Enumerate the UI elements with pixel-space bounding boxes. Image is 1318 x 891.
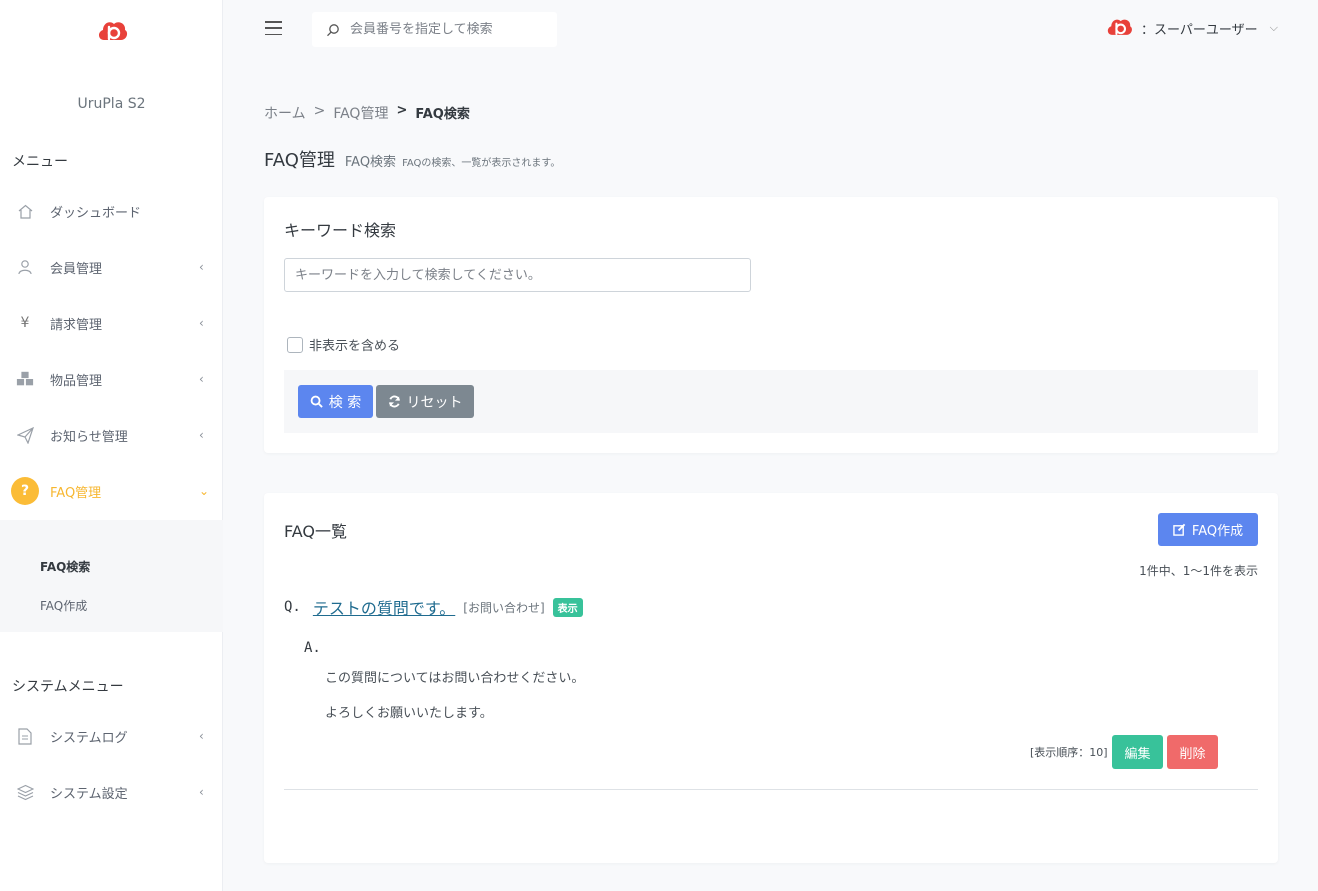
chevron-left-icon: ‹ [199, 428, 204, 442]
breadcrumb-current: FAQ検索 [415, 107, 470, 122]
display-order: [表示順序：10] [1030, 746, 1108, 759]
sidebar-item-label: 物品管理 [50, 373, 103, 389]
breadcrumb: ホーム > FAQ管理 > FAQ検索 [264, 103, 470, 123]
chevron-left-icon: ‹ [199, 785, 204, 799]
faq-answer-line: この質問についてはお問い合わせください。 [325, 671, 585, 686]
sidebar-item-faq[interactable]: ? FAQ管理 ⌄ [0, 473, 223, 509]
sidebar-item-label: 請求管理 [50, 317, 103, 333]
document-icon [16, 727, 34, 745]
sidebar-item-label: FAQ管理 [50, 485, 102, 501]
question-icon: ? [11, 477, 39, 505]
sidebar-item-system-settings[interactable]: システム設定 ‹ [0, 774, 223, 810]
user-name: ：スーパーユーザー [1141, 22, 1258, 38]
cubes-icon [16, 370, 34, 388]
reset-button-label: リセット [406, 394, 463, 411]
menu-heading: メニュー [12, 154, 68, 170]
sidebar-item-label: お知らせ管理 [50, 429, 128, 445]
question-mark: Q. [284, 599, 301, 615]
member-search [312, 12, 557, 47]
logo-icon[interactable] [96, 18, 128, 46]
chevron-left-icon: ‹ [199, 260, 204, 274]
edit-button[interactable]: 編集 [1112, 735, 1163, 769]
sidebar-item-goods[interactable]: 物品管理 ‹ [0, 361, 223, 397]
faq-create-label: FAQ作成 [1191, 524, 1244, 539]
search-icon [327, 23, 339, 36]
keyword-search-title: キーワード検索 [284, 221, 397, 240]
divider [284, 789, 1258, 790]
layers-icon [16, 783, 34, 801]
brand-name: UruPla S2 [77, 96, 146, 112]
submenu-item-faq-search[interactable]: FAQ検索 [40, 558, 90, 575]
status-badge: 表示 [552, 597, 583, 617]
user-avatar-icon [1107, 19, 1132, 36]
chevron-left-icon: ‹ [199, 316, 204, 330]
search-actions: 検 索 リセット [284, 370, 1258, 433]
reset-button[interactable]: リセット [376, 385, 474, 418]
page-description: FAQの検索、一覧が表示されます。 [402, 158, 561, 169]
page-header: FAQ管理 FAQ検索 FAQの検索、一覧が表示されます。 [264, 146, 560, 172]
sidebar-item-label: ダッシュボード [50, 205, 142, 221]
refresh-icon [388, 395, 400, 408]
faq-answer-line: よろしくお願いいたします。 [325, 706, 493, 721]
answer-mark: A. [304, 640, 321, 656]
search-button[interactable]: 検 索 [298, 385, 373, 418]
sidebar-item-members[interactable]: 会員管理 ‹ [0, 249, 223, 285]
breadcrumb-separator: > [313, 103, 326, 119]
system-menu-heading: システムメニュー [12, 679, 124, 695]
sidebar-item-label: システムログ [50, 730, 128, 746]
faq-submenu: FAQ検索 FAQ作成 [0, 520, 223, 632]
faq-create-button[interactable]: FAQ作成 [1158, 513, 1258, 546]
sidebar-item-dashboard[interactable]: ダッシュボード [0, 193, 223, 229]
faq-question-link[interactable]: テストの質問です。 [313, 595, 455, 619]
keyword-search-card: キーワード検索 非表示を含める 検 索 リセット [264, 197, 1278, 453]
edit-icon [1173, 523, 1186, 536]
page-title: FAQ管理 [264, 150, 335, 171]
faq-question-row: Q. テストの質問です。 [お問い合わせ] 表示 [284, 595, 583, 619]
sidebar-item-notices[interactable]: お知らせ管理 ‹ [0, 417, 223, 453]
chevron-left-icon: ‹ [199, 372, 204, 386]
keyword-input[interactable] [284, 258, 751, 292]
paper-plane-icon [16, 426, 34, 444]
breadcrumb-home[interactable]: ホーム [264, 103, 306, 123]
member-search-input[interactable] [350, 22, 540, 37]
page-subtitle: FAQ検索 [344, 155, 397, 170]
yen-icon: ¥ [20, 315, 30, 331]
sidebar: UruPla S2 メニュー ダッシュボード 会員管理 ‹ ¥ 請求管理 ‹ 物… [0, 0, 223, 891]
delete-button[interactable]: 削除 [1167, 735, 1218, 769]
breadcrumb-faq[interactable]: FAQ管理 [333, 103, 388, 123]
chevron-down-icon: ⌄ [199, 484, 210, 498]
faq-category: [お問い合わせ] [463, 600, 545, 615]
user-icon [16, 258, 34, 276]
menu-toggle-icon[interactable] [265, 21, 282, 35]
chevron-down-icon: ⌵ [1269, 21, 1278, 34]
include-hidden-checkbox[interactable] [287, 336, 303, 353]
breadcrumb-separator: > [396, 103, 408, 118]
home-icon [16, 202, 34, 220]
faq-list-title: FAQ一覧 [284, 522, 347, 541]
user-menu[interactable]: ：スーパーユーザー ⌵ [1105, 16, 1278, 40]
search-button-label: 検 索 [328, 394, 362, 411]
sidebar-item-label: 会員管理 [50, 261, 103, 277]
chevron-left-icon: ‹ [199, 729, 204, 743]
sidebar-item-billing[interactable]: ¥ 請求管理 ‹ [0, 305, 223, 341]
include-hidden-label: 非表示を含める [309, 339, 401, 354]
faq-list-card: FAQ一覧 FAQ作成 1件中、1〜1件を表示 Q. テストの質問です。 [お問… [264, 493, 1278, 863]
result-count: 1件中、1〜1件を表示 [1139, 564, 1258, 578]
sidebar-item-system-log[interactable]: システムログ ‹ [0, 718, 223, 754]
include-hidden-row[interactable]: 非表示を含める [287, 335, 400, 354]
submenu-item-faq-create[interactable]: FAQ作成 [40, 597, 87, 614]
sidebar-item-label: システム設定 [50, 786, 128, 802]
search-icon [310, 395, 323, 408]
